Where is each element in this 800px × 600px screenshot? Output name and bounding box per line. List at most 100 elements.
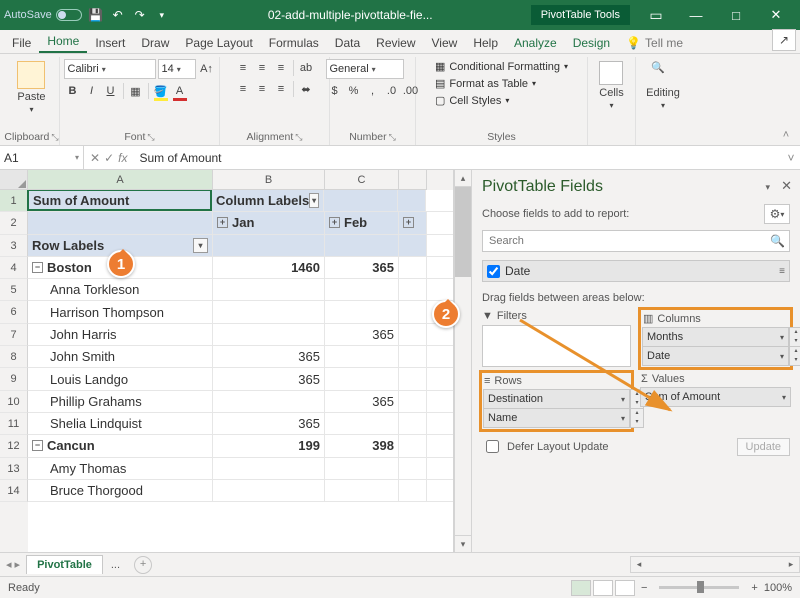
autosave-toggle[interactable]: AutoSave: [4, 9, 82, 21]
tab-review[interactable]: Review: [368, 32, 423, 53]
column-field-months[interactable]: Months▾▴▾: [642, 327, 789, 347]
rows-area[interactable]: ≡Rows Destination▾▴▾ Name▾▴▾: [482, 373, 631, 429]
tell-me[interactable]: 💡Tell me: [618, 32, 691, 53]
sheet-tab-more[interactable]: ...: [103, 556, 128, 574]
redo-icon[interactable]: ↷: [132, 7, 148, 23]
border-button[interactable]: ▦: [127, 82, 145, 100]
tab-page-layout[interactable]: Page Layout: [177, 32, 260, 53]
view-page-layout-icon[interactable]: [593, 580, 613, 596]
undo-icon[interactable]: ↶: [110, 7, 126, 23]
values-area[interactable]: ΣValues Sum of Amount▾: [641, 373, 790, 429]
font-size-combo[interactable]: 14▾: [158, 59, 196, 79]
align-left-icon[interactable]: ≡: [234, 80, 252, 98]
row-field-name[interactable]: Name▾▴▾: [483, 408, 630, 428]
cell-b2[interactable]: +Jan: [213, 212, 325, 233]
filters-area[interactable]: ▼Filters: [482, 310, 631, 367]
row-filter-icon[interactable]: ▾: [193, 238, 208, 253]
col-header-c[interactable]: C: [325, 170, 399, 190]
fill-color-button[interactable]: 🪣: [152, 82, 170, 100]
paste-button[interactable]: Paste▾: [13, 59, 49, 116]
font-color-button[interactable]: A: [171, 82, 189, 100]
percent-icon[interactable]: %: [345, 82, 363, 100]
tab-file[interactable]: File: [4, 32, 39, 53]
collapse-icon[interactable]: −: [32, 440, 43, 451]
value-field-sum-amount[interactable]: Sum of Amount▾: [640, 387, 791, 407]
cell-b1[interactable]: Column Labels▾: [212, 190, 324, 211]
number-format-combo[interactable]: General▾: [326, 59, 404, 79]
currency-icon[interactable]: $: [326, 82, 344, 100]
column-field-date[interactable]: Date▾▴▾: [642, 346, 789, 366]
collapse-ribbon-icon[interactable]: ˄: [776, 57, 796, 145]
zoom-in-button[interactable]: +: [751, 582, 757, 594]
maximize-button[interactable]: □: [716, 0, 756, 30]
format-as-table-button[interactable]: ▤Format as Table▾: [433, 76, 570, 91]
tab-help[interactable]: Help: [465, 32, 506, 53]
columns-area[interactable]: ▥Columns Months▾▴▾ Date▾▴▾: [641, 310, 790, 367]
update-button[interactable]: Update: [737, 438, 790, 456]
view-page-break-icon[interactable]: [615, 580, 635, 596]
save-icon[interactable]: 💾: [88, 7, 104, 23]
sheet-tab-pivottable[interactable]: PivotTable: [26, 555, 103, 574]
cells-button[interactable]: Cells▾: [595, 59, 627, 112]
enter-formula-icon[interactable]: ✓: [104, 151, 114, 165]
expand-icon[interactable]: +: [217, 217, 228, 228]
align-middle-icon[interactable]: ≡: [253, 59, 271, 77]
cell-a1[interactable]: Sum of Amount: [27, 190, 212, 211]
gear-icon[interactable]: ⚙▾: [764, 204, 790, 224]
sheet-nav-prev-icon[interactable]: ◂: [6, 558, 12, 571]
editing-button[interactable]: 🔍Editing▾: [642, 59, 684, 112]
expand-formula-icon[interactable]: ˅: [782, 151, 800, 165]
field-menu-icon[interactable]: ≡: [779, 266, 785, 277]
underline-button[interactable]: U: [102, 82, 120, 100]
comma-icon[interactable]: ,: [364, 82, 382, 100]
sheet-nav-next-icon[interactable]: ▸: [15, 558, 21, 571]
collapse-icon[interactable]: −: [32, 262, 43, 273]
tab-design[interactable]: Design: [565, 32, 618, 53]
expand-icon[interactable]: +: [329, 217, 340, 228]
tab-insert[interactable]: Insert: [87, 32, 133, 53]
merge-icon[interactable]: ⬌: [297, 80, 315, 98]
add-sheet-button[interactable]: +: [134, 556, 152, 574]
row-header-1[interactable]: 1: [0, 190, 28, 212]
zoom-level[interactable]: 100%: [764, 582, 792, 594]
align-top-icon[interactable]: ≡: [234, 59, 252, 77]
field-date-checkbox[interactable]: [487, 265, 500, 278]
vertical-scrollbar[interactable]: ▴▾: [454, 170, 471, 552]
col-header-b[interactable]: B: [213, 170, 325, 190]
field-date[interactable]: Date ≡: [482, 260, 790, 282]
cell-a12[interactable]: −Cancun: [28, 435, 213, 456]
column-filter-icon[interactable]: ▾: [309, 193, 319, 208]
formula-input[interactable]: Sum of Amount: [133, 151, 782, 165]
qat-dropdown-icon[interactable]: ▾: [154, 7, 170, 23]
name-box[interactable]: A1▾: [0, 146, 84, 169]
view-normal-icon[interactable]: [571, 580, 591, 596]
ribbon-display-icon[interactable]: ▭: [636, 0, 676, 30]
bold-button[interactable]: B: [64, 82, 82, 100]
align-bottom-icon[interactable]: ≡: [272, 59, 290, 77]
grow-font-icon[interactable]: A↑: [198, 60, 216, 78]
defer-update-checkbox[interactable]: [486, 440, 499, 453]
select-all-button[interactable]: [0, 170, 28, 190]
tab-formulas[interactable]: Formulas: [261, 32, 327, 53]
conditional-formatting-button[interactable]: ▦Conditional Formatting▾: [433, 59, 570, 74]
cell-styles-button[interactable]: ▢Cell Styles▾: [433, 93, 570, 108]
pane-options-icon[interactable]: ▾: [765, 182, 770, 193]
align-center-icon[interactable]: ≡: [253, 80, 271, 98]
font-name-combo[interactable]: Calibri▾: [64, 59, 156, 79]
minimize-button[interactable]: —: [676, 0, 716, 30]
wrap-text-icon[interactable]: ab: [297, 59, 315, 77]
align-right-icon[interactable]: ≡: [272, 80, 290, 98]
expand-icon[interactable]: +: [403, 217, 414, 228]
field-search-input[interactable]: 🔍: [482, 230, 790, 252]
cells-area[interactable]: Sum of Amount Column Labels▾ +Jan +Feb +…: [28, 190, 453, 552]
close-pane-icon[interactable]: ✕: [781, 178, 792, 194]
cancel-formula-icon[interactable]: ✕: [90, 151, 100, 165]
col-header-d[interactable]: [399, 170, 427, 190]
dec-inc-icon[interactable]: .0: [383, 82, 401, 100]
horizontal-scrollbar[interactable]: ◂▸: [630, 556, 800, 573]
col-header-a[interactable]: A: [28, 170, 213, 190]
tab-data[interactable]: Data: [327, 32, 368, 53]
fx-icon[interactable]: fx: [118, 151, 127, 165]
tab-home[interactable]: Home: [39, 30, 87, 53]
cell-c2[interactable]: +Feb: [325, 212, 399, 233]
